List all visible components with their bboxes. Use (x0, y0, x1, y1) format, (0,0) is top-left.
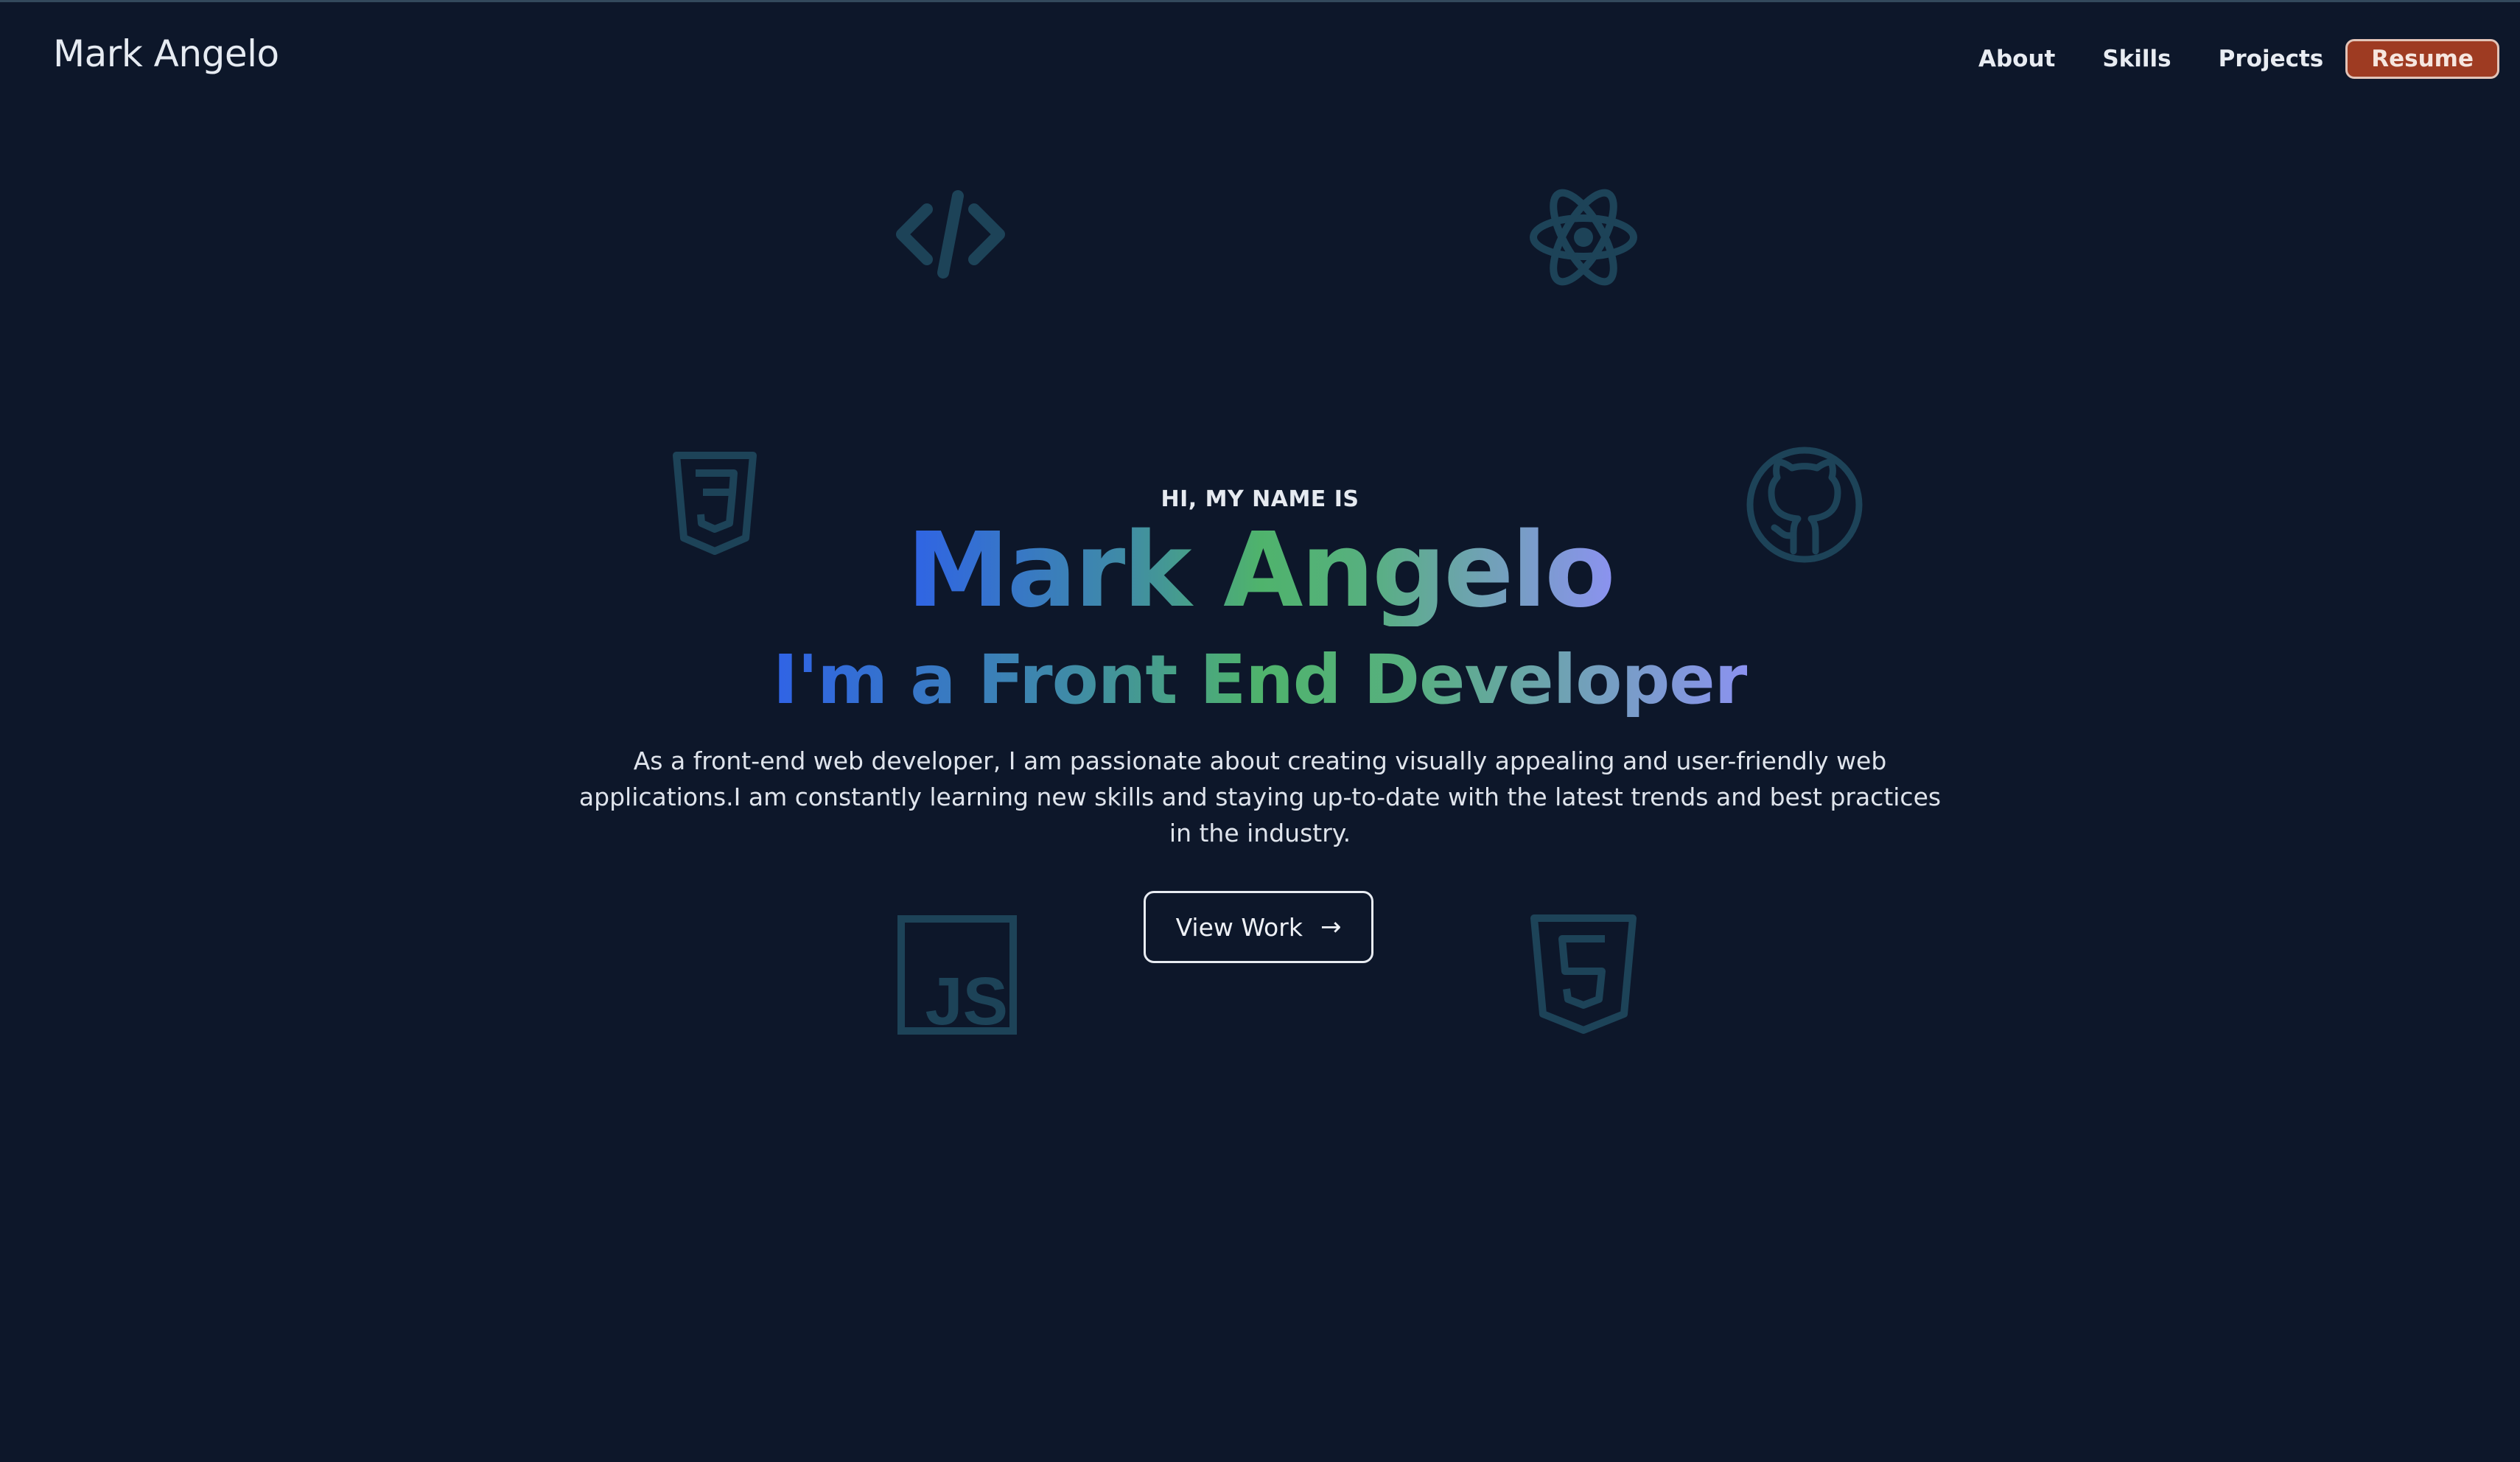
react-icon (1528, 187, 1639, 287)
svg-text:JS: JS (925, 964, 1008, 1035)
hero-bio: As a front-end web developer, I am passi… (578, 746, 1942, 847)
javascript-icon: JS (897, 915, 1017, 1035)
view-work-label: View Work (1175, 912, 1303, 942)
brand-logo-text[interactable]: Mark Angelo (53, 32, 279, 75)
hero-greeting: HI, MY NAME IS (1161, 486, 1359, 512)
view-work-button[interactable]: View Work → (1144, 891, 1373, 963)
hero-name-heading: Mark Angelo (906, 511, 1615, 631)
nav-projects-link[interactable]: Projects (2219, 46, 2324, 72)
resume-button[interactable]: Resume (2345, 39, 2499, 79)
arrow-right-icon: → (1320, 912, 1342, 942)
hero-role-heading: I'm a Front End Developer (772, 640, 1748, 719)
code-icon (890, 189, 1011, 280)
top-border (0, 0, 2520, 2)
main-nav: About Skills Projects Resume (1978, 38, 2499, 80)
nav-about-link[interactable]: About (1978, 46, 2055, 72)
html5-icon (1528, 914, 1639, 1035)
nav-skills-link[interactable]: Skills (2102, 46, 2171, 72)
